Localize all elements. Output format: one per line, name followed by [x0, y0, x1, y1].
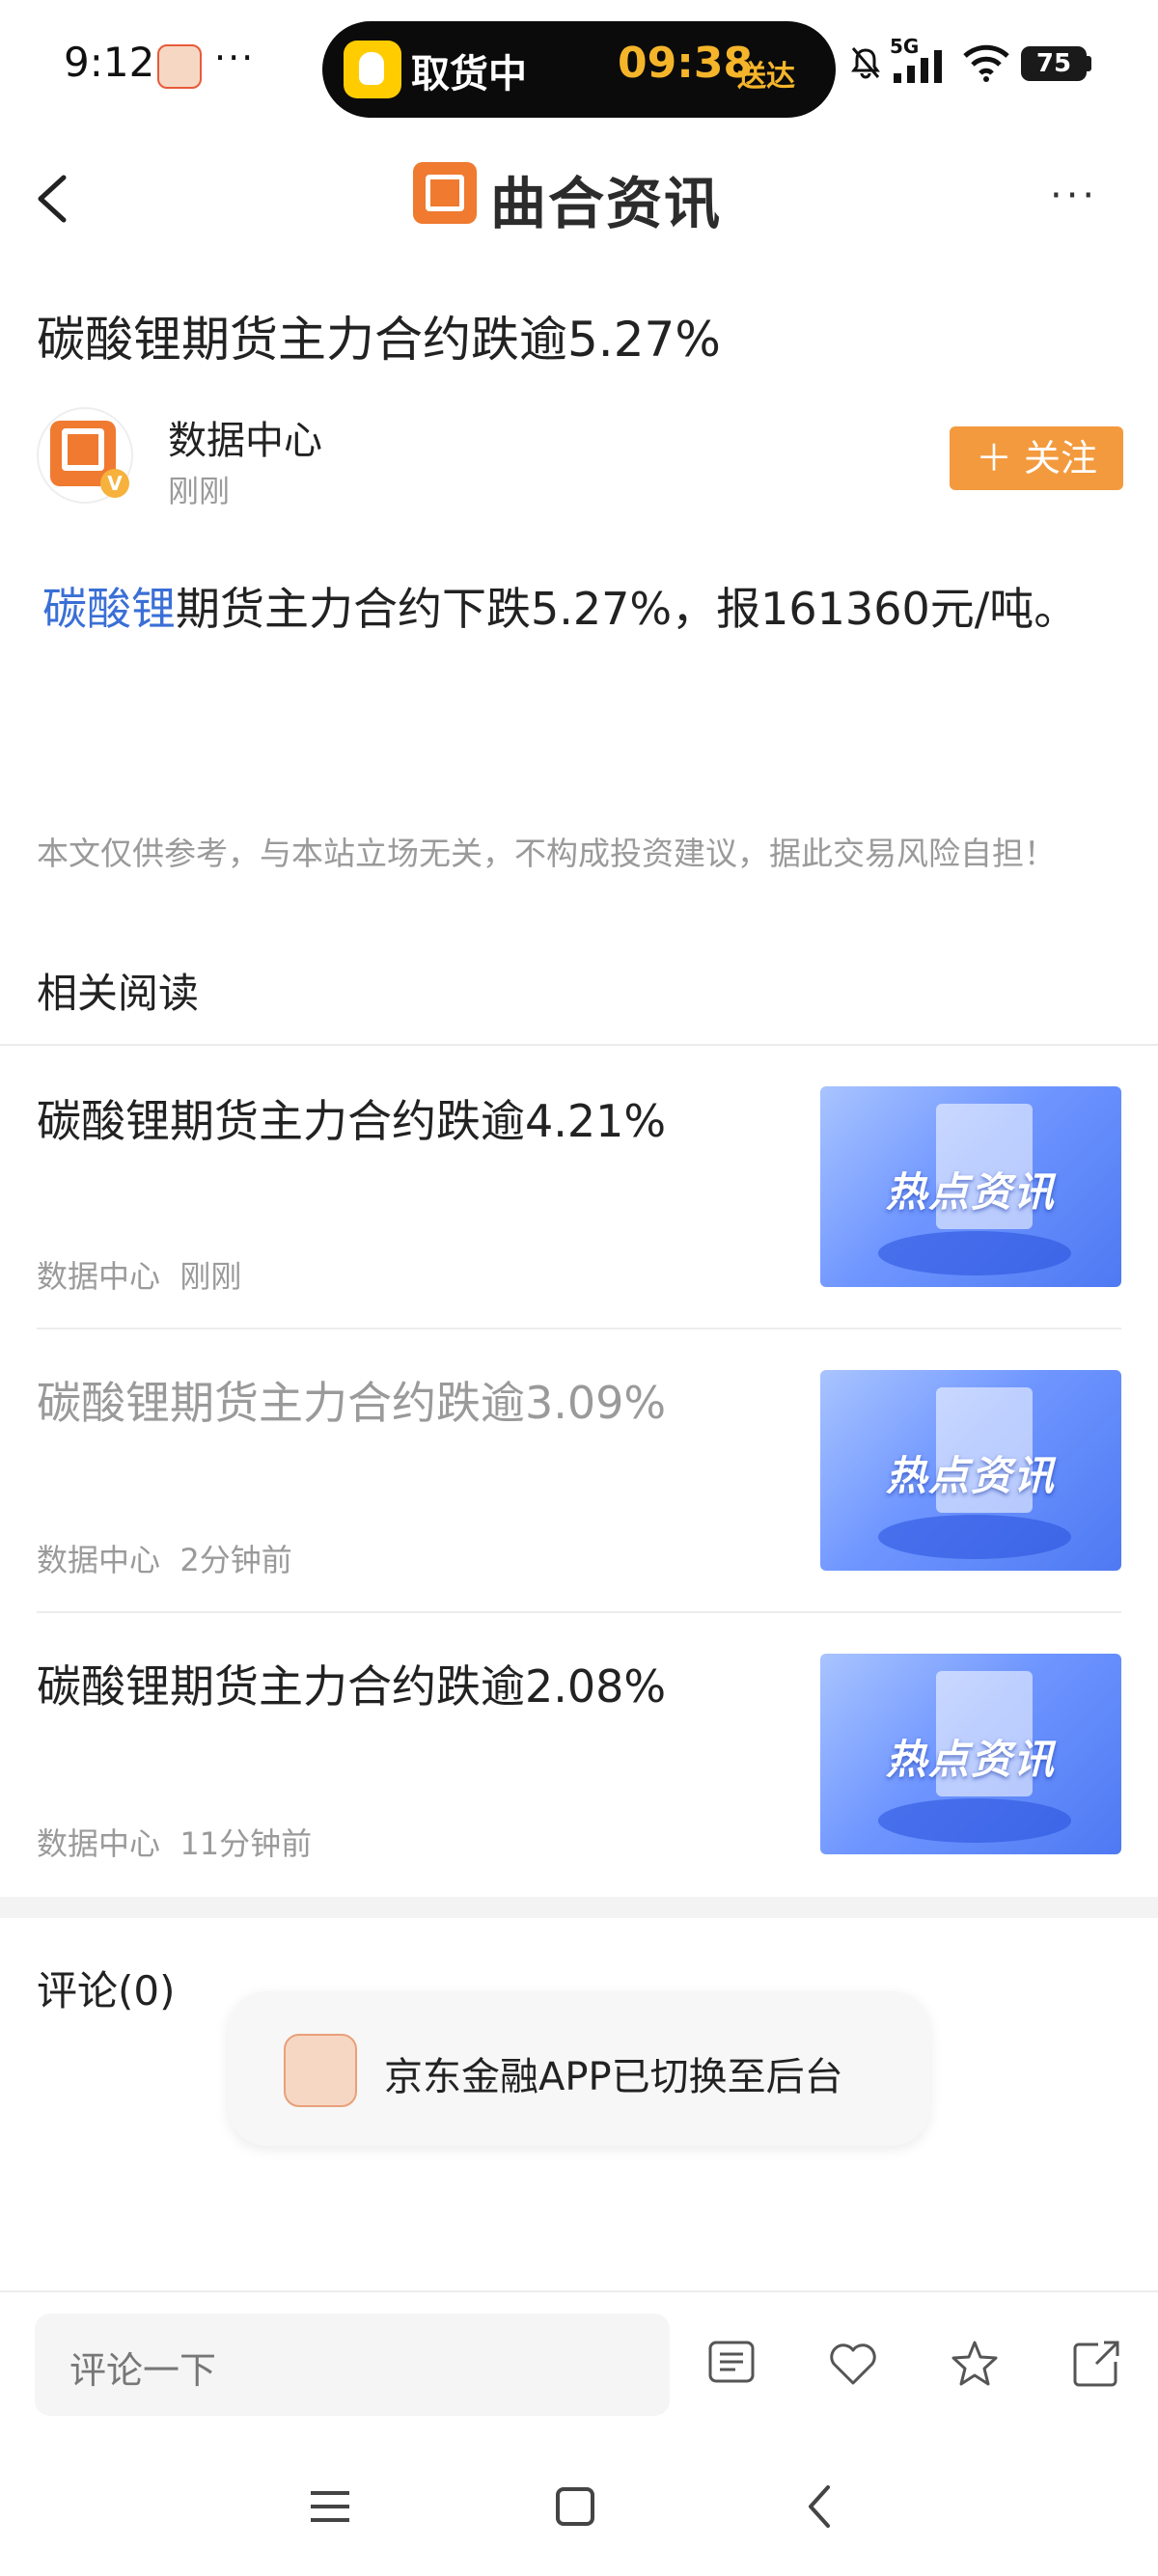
- related-news-title[interactable]: 碳酸锂期货主力合约跌逾3.09%: [37, 1368, 666, 1432]
- delivery-eta-label: 送达: [737, 60, 795, 94]
- plus-icon: ＋: [975, 437, 1025, 480]
- article-body-text: 期货主力合约下跌5.27%，报161360元/吨。: [176, 583, 1079, 635]
- divider: [37, 1328, 1121, 1329]
- delivery-app-icon: [344, 41, 401, 98]
- divider: [37, 1611, 1121, 1613]
- bottom-bar-divider: [0, 2290, 1158, 2292]
- related-news-time: 刚刚: [179, 1258, 242, 1295]
- divider: [0, 1044, 1158, 1046]
- related-reading-heading: 相关阅读: [37, 970, 200, 1017]
- thumbnail-label: 热点资讯: [885, 1168, 1056, 1216]
- section-divider: [0, 1897, 1158, 1918]
- more-options-button[interactable]: ···: [1050, 174, 1117, 218]
- thumbnail-label: 热点资讯: [885, 1452, 1056, 1499]
- related-news-source: 数据中心: [37, 1825, 161, 1862]
- related-news-meta: 数据中心 11分钟前: [37, 1820, 312, 1864]
- related-news-thumbnail[interactable]: 热点资讯: [820, 1086, 1121, 1287]
- like-heart-icon[interactable]: [826, 2337, 880, 2391]
- related-news-thumbnail[interactable]: 热点资讯: [820, 1370, 1121, 1571]
- home-square-icon[interactable]: [546, 2478, 604, 2535]
- related-news-title[interactable]: 碳酸锂期货主力合约跌逾4.21%: [37, 1086, 666, 1150]
- verified-badge-icon: V: [100, 469, 129, 498]
- favorite-star-icon[interactable]: [948, 2337, 1002, 2391]
- comments-heading: 评论(0): [37, 1967, 176, 2014]
- follow-button[interactable]: ＋ 关注: [950, 426, 1123, 490]
- back-button[interactable]: [23, 164, 81, 232]
- related-news-meta: 数据中心 2分钟前: [37, 1536, 292, 1580]
- status-time: 9:12: [64, 39, 155, 86]
- brand-logo-mark: [426, 175, 464, 211]
- toast-text: 京东金融APP已切换至后台: [384, 2055, 843, 2099]
- wifi-icon: [963, 44, 1009, 82]
- author-logo-mark: [62, 428, 104, 471]
- comment-placeholder: 评论一下: [69, 2349, 217, 2392]
- battery-level: 75: [1021, 46, 1087, 81]
- related-news-time: 11分钟前: [179, 1825, 313, 1862]
- brand-name: 曲合资讯: [490, 171, 723, 236]
- comments-icon[interactable]: [704, 2337, 758, 2391]
- disclaimer: 本文仅供参考，与本站立场无关，不构成投资建议，据此交易风险自担！: [37, 835, 1056, 872]
- jd-finance-app-icon: [284, 2034, 357, 2107]
- keyword-link[interactable]: 碳酸锂: [42, 583, 176, 635]
- follow-label: 关注: [1024, 437, 1098, 480]
- battery-icon: [1087, 56, 1091, 71]
- more-notifications-icon: ···: [214, 37, 256, 79]
- signal-icon: [894, 50, 942, 83]
- publish-time: 刚刚: [168, 473, 231, 509]
- related-news-meta: 数据中心 刚刚: [37, 1252, 241, 1297]
- related-news-source: 数据中心: [37, 1258, 161, 1295]
- app-notification-icon: [157, 44, 202, 89]
- mute-bell-icon: [851, 47, 880, 79]
- related-news-thumbnail[interactable]: 热点资讯: [820, 1654, 1121, 1854]
- menu-icon[interactable]: [301, 2478, 359, 2535]
- back-chevron-icon[interactable]: [791, 2478, 849, 2535]
- related-news-title[interactable]: 碳酸锂期货主力合约跌逾2.08%: [37, 1652, 666, 1715]
- related-news-source: 数据中心: [37, 1542, 161, 1578]
- related-news-time: 2分钟前: [179, 1542, 292, 1578]
- author-name[interactable]: 数据中心: [168, 409, 322, 465]
- delivery-status: 取货中: [411, 52, 527, 96]
- article-title: 碳酸锂期货主力合约跌逾5.27%: [37, 312, 721, 368]
- thumbnail-label: 热点资讯: [885, 1736, 1056, 1783]
- article-body: 碳酸锂期货主力合约下跌5.27%，报161360元/吨。: [42, 573, 1114, 644]
- delivery-time: 09:38: [618, 39, 754, 88]
- share-icon[interactable]: [1069, 2337, 1123, 2391]
